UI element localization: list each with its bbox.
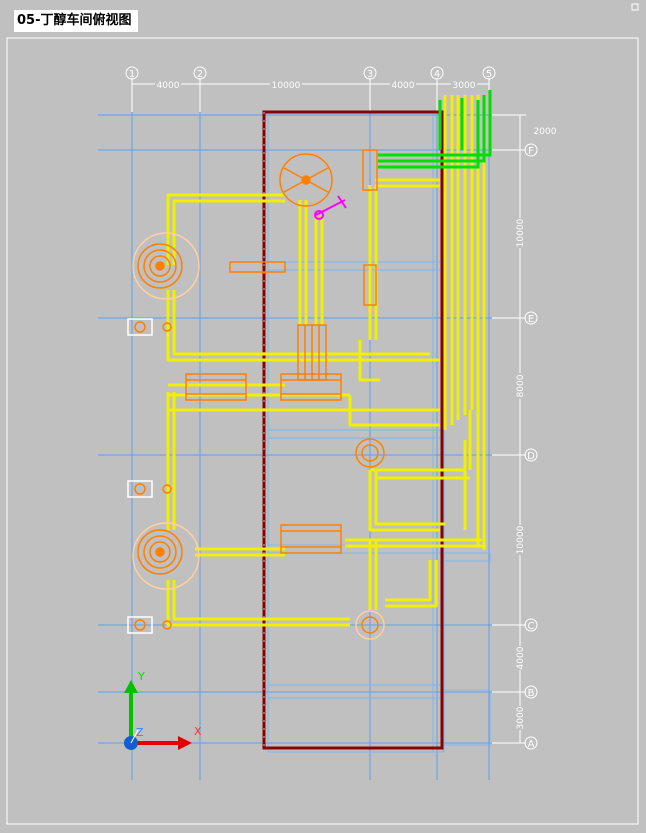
dim-right-1: 2000 [534, 127, 557, 137]
dim-right-3: 8000 [516, 374, 526, 397]
top-dimension [131, 78, 490, 112]
storage-tank-1 [132, 232, 200, 300]
dim-right-5: 4000 [516, 646, 526, 669]
dim-right-4: 10000 [516, 525, 526, 554]
axis-row-f: F [528, 146, 534, 157]
viewport-border [6, 37, 639, 825]
heat-exchanger-3 [280, 524, 342, 554]
axis-row-d: D [527, 451, 535, 462]
row-axis-markers [524, 143, 538, 750]
dim-top-3: 4000 [392, 81, 415, 91]
dim-top-2: 10000 [272, 81, 301, 91]
dim-top-4: 3000 [453, 81, 476, 91]
axis-col-5: 5 [486, 69, 492, 80]
dim-right-2: 10000 [516, 218, 526, 247]
ucs-icon [124, 680, 192, 750]
axis-col-3: 3 [367, 69, 373, 80]
magenta-fitting [314, 195, 347, 220]
dim-top-1: 4000 [157, 81, 180, 91]
axis-row-e: E [528, 314, 534, 325]
ucs-y-label: Y [137, 670, 145, 683]
axis-row-b: B [528, 688, 535, 699]
axis-row-c: C [528, 621, 535, 632]
ucs-x-label: X [194, 725, 202, 738]
axis-col-1: 1 [129, 69, 135, 80]
ucs-z-label: Z [136, 726, 144, 739]
axis-col-2: 2 [197, 69, 203, 80]
dim-right-6: 3000 [516, 706, 526, 729]
axis-row-a: A [528, 739, 535, 750]
storage-tank-2 [132, 522, 200, 590]
cad-viewport[interactable]: 4000 10000 4000 3000 1 2 3 4 5 2000 1000… [0, 0, 646, 833]
viewport-corner [631, 3, 639, 11]
axis-col-4: 4 [434, 69, 440, 80]
